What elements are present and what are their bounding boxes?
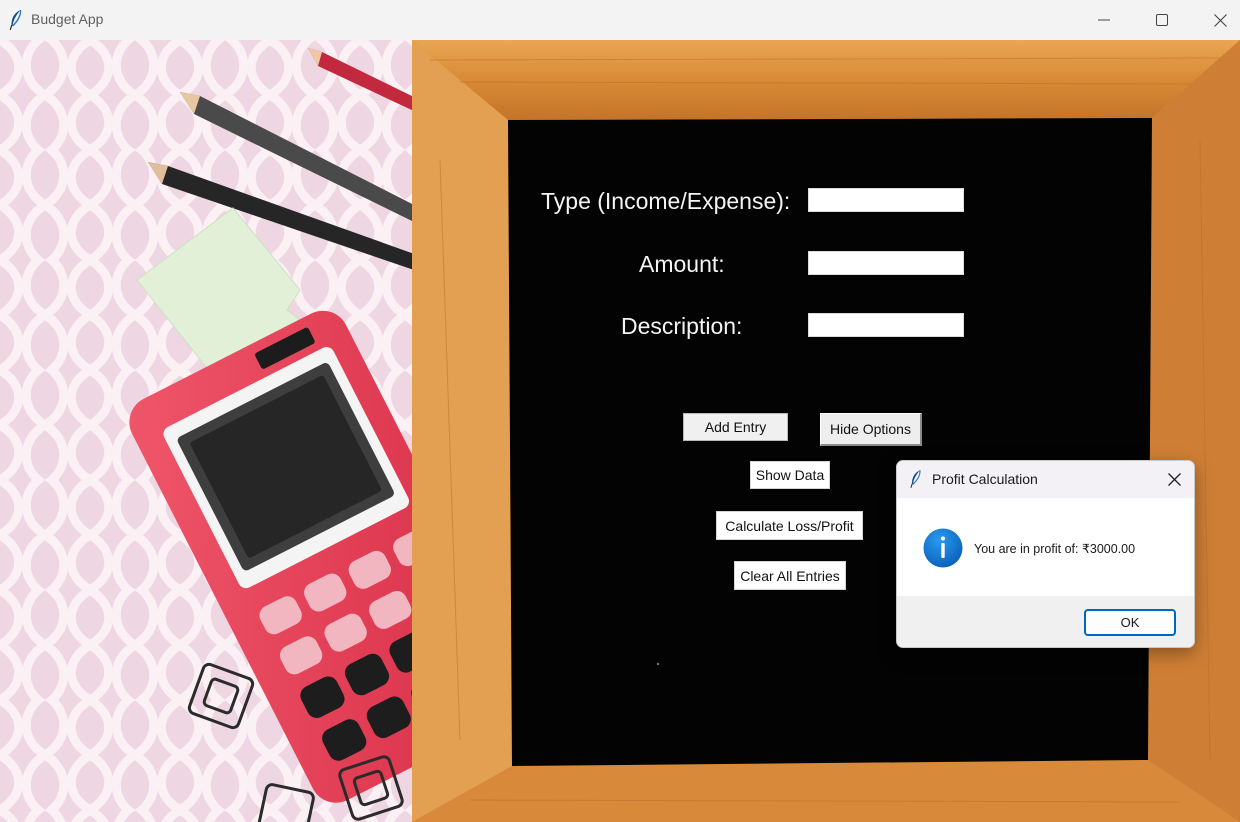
- amount-label: Amount:: [639, 251, 725, 277]
- close-button[interactable]: [1191, 0, 1240, 40]
- dialog-close-button[interactable]: [1154, 461, 1194, 498]
- type-input[interactable]: [808, 188, 964, 212]
- hide-options-button[interactable]: Hide Options: [820, 413, 922, 446]
- type-label: Type (Income/Expense):: [541, 188, 791, 214]
- feather-icon: [9, 9, 22, 31]
- dialog-title: Profit Calculation: [932, 471, 1038, 487]
- background-image: [0, 40, 1240, 822]
- close-icon: [1167, 473, 1181, 486]
- show-data-button[interactable]: Show Data: [750, 461, 830, 489]
- info-icon: [923, 528, 963, 568]
- amount-input[interactable]: [808, 251, 964, 275]
- dialog-footer: OK: [897, 596, 1194, 647]
- maximize-button[interactable]: [1133, 0, 1191, 40]
- window-title: Budget App: [31, 11, 104, 27]
- minimize-icon: [1098, 19, 1110, 21]
- clear-all-entries-button[interactable]: Clear All Entries: [734, 561, 846, 590]
- window-titlebar[interactable]: Budget App: [0, 0, 1240, 40]
- add-entry-button[interactable]: Add Entry: [683, 413, 788, 441]
- feather-icon: [910, 470, 921, 488]
- profit-calculation-dialog[interactable]: Profit Calculation You are in profit of:…: [896, 460, 1195, 648]
- dialog-message: You are in profit of: ₹3000.00: [974, 542, 1136, 556]
- ok-button[interactable]: OK: [1084, 609, 1176, 636]
- minimize-button[interactable]: [1075, 0, 1133, 40]
- description-input[interactable]: [808, 313, 964, 337]
- close-icon: [1213, 13, 1227, 27]
- maximize-icon: [1156, 14, 1168, 26]
- description-label: Description:: [621, 313, 743, 339]
- app-content: Type (Income/Expense): Amount: Descripti…: [0, 40, 1240, 822]
- dialog-titlebar[interactable]: Profit Calculation: [897, 461, 1194, 498]
- calculate-loss-profit-button[interactable]: Calculate Loss/Profit: [716, 511, 863, 540]
